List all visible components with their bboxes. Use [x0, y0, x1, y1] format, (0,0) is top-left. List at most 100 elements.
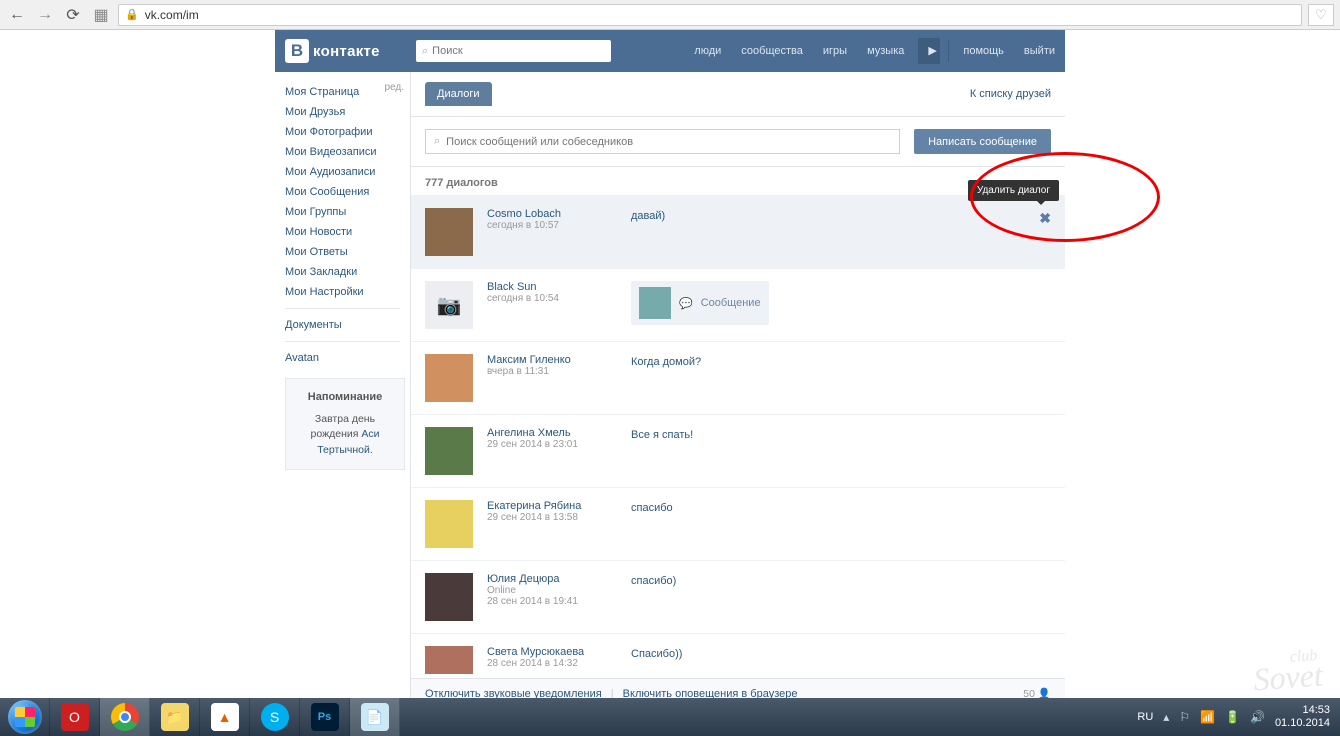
nav-my-page[interactable]: Моя Страница [285, 82, 359, 102]
tray-arrow-icon[interactable]: ▴ [1163, 710, 1169, 724]
dialog-time: 29 сен 2014 в 23:01 [487, 439, 617, 450]
nav-friends[interactable]: Мои Друзья [285, 102, 410, 122]
avatar[interactable] [425, 646, 473, 674]
dialog-row[interactable]: Максим Гиленко вчера в 11:31 Когда домой… [411, 341, 1065, 414]
dialog-preview: 💬 Сообщение [631, 281, 769, 325]
nav-bookmarks[interactable]: Мои Закладки [285, 262, 410, 282]
nav-documents[interactable]: Документы [285, 315, 410, 335]
dialog-name[interactable]: Екатерина Рябина [487, 500, 617, 512]
left-menu: Моя Страница ред. Мои Друзья Мои Фотогра… [275, 72, 410, 708]
windows-taskbar: O 📁 ▲ S Ps 📄 RU ▴ ⚐ 📶 🔋 🔊 14:53 01.10.20… [0, 698, 1340, 736]
browser-toolbar: ← → ⟳ ▦ 🔒 vk.com/im ♡ [0, 0, 1340, 30]
dialog-preview: давай) [631, 208, 665, 222]
tray-language[interactable]: RU [1137, 711, 1153, 723]
dialog-name[interactable]: Света Мурсюкаева [487, 646, 617, 658]
nav-settings[interactable]: Мои Настройки [285, 282, 410, 302]
notepad-icon: 📄 [361, 703, 389, 731]
address-bar[interactable]: 🔒 vk.com/im [118, 4, 1302, 26]
edit-link[interactable]: ред. [384, 82, 404, 102]
dialog-name[interactable]: Максим Гиленко [487, 354, 617, 366]
nav-communities[interactable]: сообщества [731, 30, 813, 72]
avatar[interactable] [425, 354, 473, 402]
dialog-search[interactable]: ⌕ [425, 129, 900, 154]
dialog-row[interactable]: Екатерина Рябина 29 сен 2014 в 13:58 спа… [411, 487, 1065, 560]
flag-icon[interactable]: ⚐ [1179, 710, 1190, 724]
dialog-preview: спасибо) [631, 573, 676, 587]
main-content: Диалоги К списку друзей ⌕ Написать сообщ… [410, 72, 1065, 708]
back-button[interactable]: ← [6, 4, 28, 26]
tray-date: 01.10.2014 [1275, 717, 1330, 730]
nav-people[interactable]: люди [684, 30, 731, 72]
header-search[interactable]: ⌕ [416, 40, 611, 62]
dialog-preview: Когда домой? [631, 354, 701, 368]
avatar-placeholder[interactable]: 📷 [425, 281, 473, 329]
nav-news[interactable]: Мои Новости [285, 222, 410, 242]
watermark: club Sovet [1251, 649, 1323, 692]
dialogs-count: 777 диалогов [411, 167, 1065, 195]
tray-clock[interactable]: 14:53 01.10.2014 [1275, 704, 1330, 730]
reminder-text1: Завтра [315, 413, 352, 425]
taskbar-vlc[interactable]: ▲ [200, 698, 250, 736]
vk-header: В контакте ⌕ люди сообщества игры музыка… [275, 30, 1065, 72]
dialog-name[interactable]: Cosmo Lobach [487, 208, 617, 220]
header-search-input[interactable] [432, 45, 605, 57]
dialog-search-input[interactable] [446, 136, 891, 148]
nav-messages[interactable]: Мои Сообщения [285, 182, 410, 202]
nav-groups[interactable]: Мои Группы [285, 202, 410, 222]
folder-icon: 📁 [161, 703, 189, 731]
taskbar-chrome[interactable] [100, 698, 150, 736]
nav-games[interactable]: игры [813, 30, 857, 72]
dialog-row[interactable]: 📷 Black Sun сегодня в 10:54 💬 Сообщение [411, 268, 1065, 341]
photoshop-icon: Ps [311, 703, 339, 731]
network-icon[interactable]: 📶 [1200, 710, 1215, 724]
nav-separator [948, 40, 949, 62]
dialog-row[interactable]: Удалить диалог Cosmo Lobach сегодня в 10… [411, 195, 1065, 268]
taskbar-opera[interactable]: O [50, 698, 100, 736]
apps-button[interactable]: ▦ [90, 4, 112, 26]
nav-help[interactable]: помощь [953, 30, 1014, 72]
nav-music[interactable]: музыка [857, 30, 914, 72]
vk-logo-icon: В [285, 39, 309, 63]
nav-avatan[interactable]: Avatan [285, 348, 410, 368]
delete-dialog-button[interactable]: ✖ [1039, 210, 1051, 227]
write-message-button[interactable]: Написать сообщение [914, 129, 1051, 154]
avatar-small [639, 287, 671, 319]
dialog-row[interactable]: Ангелина Хмель 29 сен 2014 в 23:01 Все я… [411, 414, 1065, 487]
start-button[interactable] [0, 698, 50, 736]
camera-icon: 📷 [437, 293, 462, 318]
taskbar-skype[interactable]: S [250, 698, 300, 736]
dialog-name[interactable]: Black Sun [487, 281, 617, 293]
search-icon: ⌕ [422, 45, 428, 58]
dialog-name[interactable]: Юлия Децюра [487, 573, 617, 585]
taskbar-explorer[interactable]: 📁 [150, 698, 200, 736]
taskbar-photoshop[interactable]: Ps [300, 698, 350, 736]
skype-icon: S [261, 703, 289, 731]
forward-button[interactable]: → [34, 4, 56, 26]
avatar[interactable] [425, 427, 473, 475]
dialog-row[interactable]: Света Мурсюкаева 28 сен 2014 в 14:32 Спа… [411, 633, 1065, 678]
delete-tooltip: Удалить диалог [968, 180, 1059, 201]
friends-list-link[interactable]: К списку друзей [970, 88, 1051, 100]
tab-dialogs[interactable]: Диалоги [425, 82, 492, 106]
play-icon[interactable]: ▶ [918, 38, 940, 64]
nav-answers[interactable]: Мои Ответы [285, 242, 410, 262]
nav-logout[interactable]: выйти [1014, 30, 1065, 72]
nav-photos[interactable]: Мои Фотографии [285, 122, 410, 142]
taskbar-notepad[interactable]: 📄 [350, 698, 400, 736]
dialog-row[interactable]: Юлия Децюра Online 28 сен 2014 в 19:41 с… [411, 560, 1065, 633]
avatar[interactable] [425, 500, 473, 548]
bookmark-heart-button[interactable]: ♡ [1308, 4, 1334, 26]
nav-audio[interactable]: Мои Аудиозаписи [285, 162, 410, 182]
avatar[interactable] [425, 208, 473, 256]
avatar[interactable] [425, 573, 473, 621]
nav-videos[interactable]: Мои Видеозаписи [285, 142, 410, 162]
reminder-box: Напоминание Завтра день рождения Аси Тер… [285, 378, 405, 470]
dialog-time: вчера в 11:31 [487, 366, 617, 377]
volume-icon[interactable]: 🔊 [1250, 710, 1265, 724]
battery-icon[interactable]: 🔋 [1225, 710, 1240, 724]
reload-button[interactable]: ⟳ [62, 4, 84, 26]
vlc-icon: ▲ [211, 703, 239, 731]
vk-logo[interactable]: В контакте [275, 39, 410, 63]
dialog-preview: Все я спать! [631, 427, 693, 441]
dialog-name[interactable]: Ангелина Хмель [487, 427, 617, 439]
